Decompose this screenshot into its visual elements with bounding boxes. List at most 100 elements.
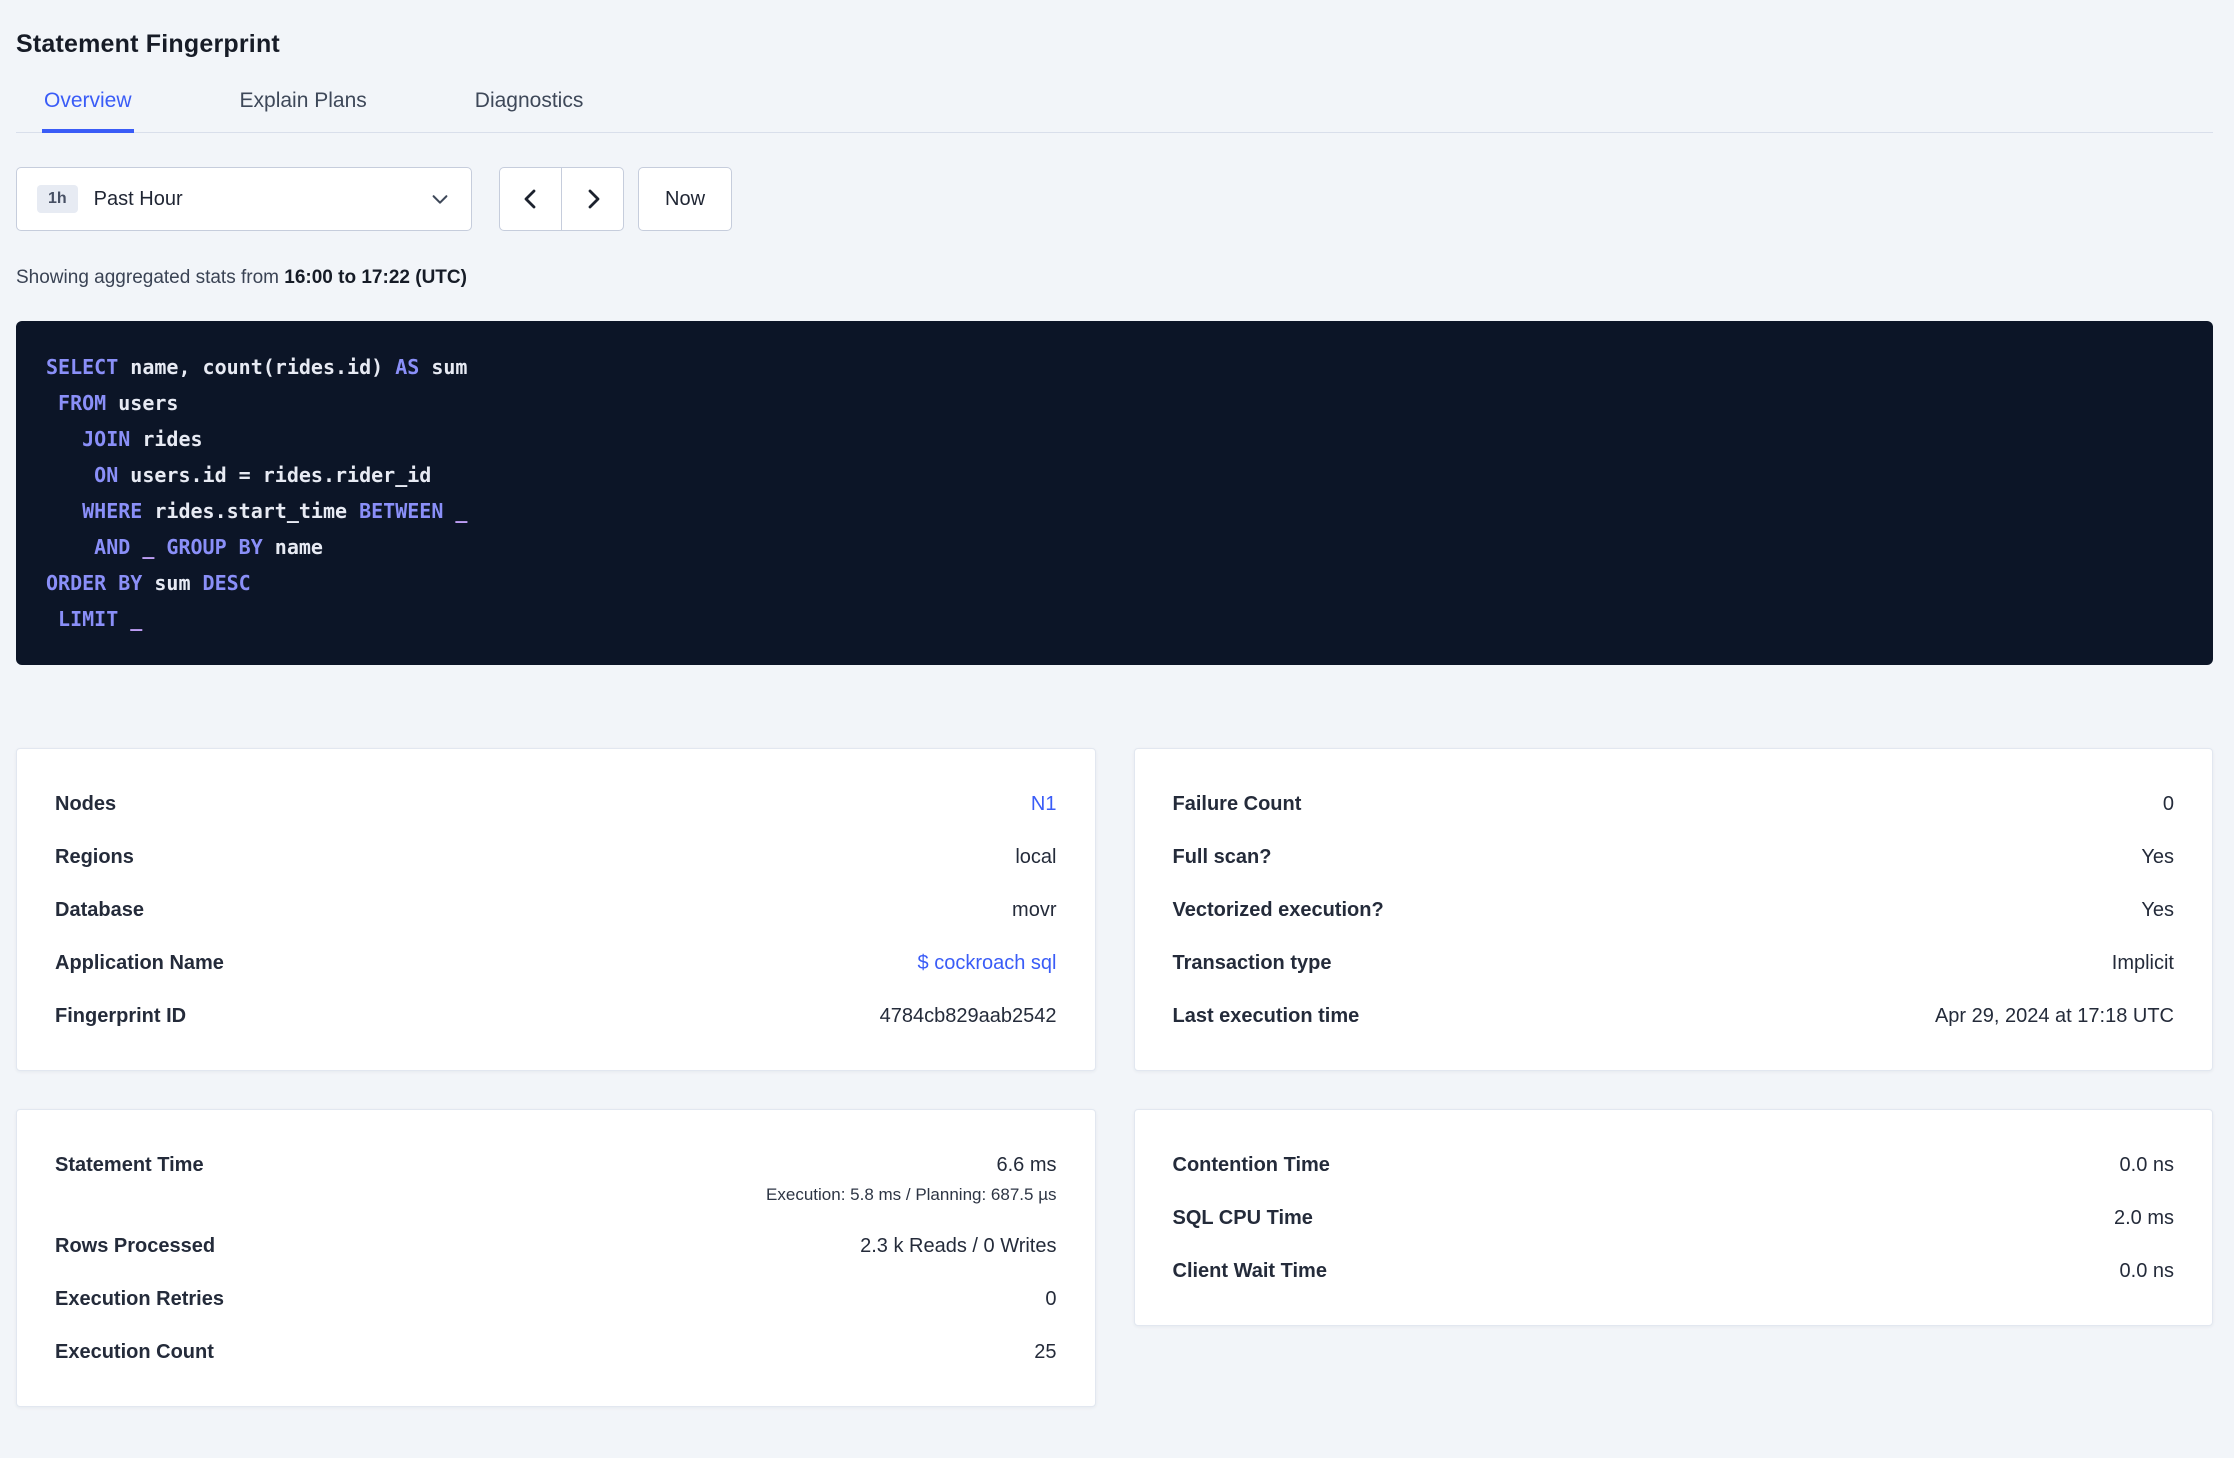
sql-keyword: AS: [395, 355, 420, 379]
stat-row: Full scan? Yes: [1173, 846, 2175, 869]
sql-keyword: LIMIT: [58, 607, 119, 631]
stat-value-group: Apr 29, 2024 at 17:18 UTC: [1935, 1005, 2174, 1028]
stat-label: Database: [55, 899, 144, 921]
stat-label: Failure Count: [1172, 793, 1302, 815]
stat-value-group: 6.6 ms Execution: 5.8 ms / Planning: 687.…: [766, 1154, 1056, 1205]
stat-value: Apr 29, 2024 at 17:18 UTC: [1934, 1005, 2174, 1027]
sql-keyword: AND: [94, 535, 131, 559]
sql-line: LIMIT _: [46, 601, 2183, 637]
sql-text: rides: [130, 427, 203, 451]
tab-bar: Overview Explain Plans Diagnostics: [16, 89, 2213, 133]
stat-value: movr: [1012, 899, 1057, 921]
stat-value-link[interactable]: $ cockroach sql: [918, 952, 1057, 975]
stat-value: 0: [2162, 793, 2174, 815]
stat-label: Rows Processed: [55, 1235, 216, 1257]
stat-value: 2.0 ms: [2113, 1207, 2174, 1229]
page-title: Statement Fingerprint: [16, 30, 280, 58]
next-interval-button[interactable]: [561, 167, 624, 231]
sql-line: FROM users: [46, 385, 2183, 421]
stat-label: Contention Time: [1172, 1154, 1330, 1176]
stat-row: Vectorized execution? Yes: [1173, 899, 2175, 922]
stat-label: Nodes: [55, 793, 117, 815]
stat-value: Implicit: [2111, 952, 2174, 974]
stat-label: Client Wait Time: [1172, 1260, 1327, 1282]
stat-value-group: 0.0 ns: [2120, 1154, 2174, 1177]
sql-statement-box: SELECT name, count(rides.id) AS sum FROM…: [16, 321, 2213, 665]
sql-line: WHERE rides.start_time BETWEEN _: [46, 493, 2183, 529]
stat-value-group: Yes: [2141, 846, 2174, 869]
stat-value: 0.0 ns: [2119, 1260, 2174, 1282]
sql-placeholder: _: [443, 499, 468, 523]
now-button[interactable]: Now: [638, 167, 733, 231]
stat-label: Execution Retries: [55, 1288, 224, 1310]
stat-row: Rows Processed 2.3 k Reads / 0 Writes: [55, 1235, 1057, 1258]
stat-value-group: 0: [2163, 793, 2174, 816]
stat-value-group: 0: [1045, 1288, 1056, 1311]
stat-row: Client Wait Time 0.0 ns: [1173, 1260, 2175, 1283]
chevron-down-icon: [429, 188, 451, 210]
overview-card-right: Failure Count 0 Full scan? Yes Vectorized ex…: [1133, 748, 2213, 1071]
timing-card-right: Contention Time 0.0 ns SQL CPU Time 2.0 ms C…: [1133, 1109, 2213, 1326]
sql-keyword: GROUP BY: [166, 535, 263, 559]
chevron-right-icon: [581, 187, 605, 211]
sql-keyword: ON: [94, 463, 119, 487]
overview-card-left: Nodes N1 Regions local Database movr Applicati…: [16, 748, 1096, 1071]
stat-value: local: [1015, 846, 1057, 868]
stat-value: 6.6 ms: [996, 1154, 1057, 1176]
sql-keyword: WHERE: [82, 499, 143, 523]
stat-subvalue: Execution: 5.8 ms / Planning: 687.5 µs: [766, 1185, 1057, 1204]
sql-keyword: ORDER BY: [46, 571, 143, 595]
time-interval-badge: 1h: [37, 185, 78, 213]
sql-placeholder: _: [118, 607, 143, 631]
sql-placeholder: _: [130, 535, 167, 559]
interval-step-group: [499, 167, 624, 231]
stat-row: Database movr: [55, 899, 1057, 922]
sql-line: ON users.id = rides.rider_id: [46, 457, 2183, 493]
sql-keyword: FROM: [58, 391, 107, 415]
sql-text: users.id = rides.rider_id: [118, 463, 432, 487]
stat-label: Last execution time: [1172, 1005, 1360, 1027]
stat-value-group: Yes: [2141, 899, 2174, 922]
prev-interval-button[interactable]: [499, 167, 562, 231]
stat-value-group: movr: [1012, 899, 1056, 922]
stat-value-group: 4784cb829aab2542: [880, 1005, 1057, 1028]
tab-diagnostics[interactable]: Diagnostics: [473, 89, 586, 133]
sql-keyword: DESC: [202, 571, 251, 595]
stat-value-link[interactable]: N1: [1031, 793, 1057, 816]
stat-label: Full scan?: [1172, 846, 1272, 868]
stat-row: Execution Retries 0: [55, 1288, 1057, 1311]
aggregated-stats-line: Showing aggregated stats from 16:00 to 1…: [16, 267, 2213, 289]
stat-label: Transaction type: [1172, 952, 1332, 974]
sql-line: AND _ GROUP BY name: [46, 529, 2183, 565]
time-interval-label: Past Hour: [93, 187, 183, 210]
sql-line: ORDER BY sum DESC: [46, 565, 2183, 601]
stat-value-group: 2.0 ms: [2114, 1207, 2174, 1230]
stat-row: Failure Count 0: [1173, 793, 2175, 816]
stats-cards-grid: Nodes N1 Regions local Database movr Applicati…: [16, 748, 2213, 1407]
statement-fingerprint-page: Statement Fingerprint Overview Explain Pl…: [0, 0, 2234, 1407]
stat-value-group: 2.3 k Reads / 0 Writes: [860, 1235, 1056, 1258]
stat-row: Nodes N1: [55, 793, 1057, 816]
sql-keyword: BETWEEN: [359, 499, 444, 523]
sql-text: name: [262, 535, 323, 559]
stat-row: Application Name $ cockroach sql: [55, 952, 1057, 975]
stat-value: 0.0 ns: [2119, 1154, 2174, 1176]
stat-row: SQL CPU Time 2.0 ms: [1173, 1207, 2175, 1230]
stat-row: Execution Count 25: [55, 1341, 1057, 1364]
tab-explain-plans[interactable]: Explain Plans: [238, 89, 369, 133]
time-interval-picker[interactable]: 1h Past Hour: [16, 167, 472, 231]
stat-row: Last execution time Apr 29, 2024 at 17:18…: [1173, 1005, 2175, 1028]
stat-value-group: $ cockroach sql: [918, 952, 1057, 975]
tab-overview[interactable]: Overview: [42, 89, 134, 133]
stat-value: 0: [1045, 1288, 1057, 1310]
stat-row: Fingerprint ID 4784cb829aab2542: [55, 1005, 1057, 1028]
sql-text: rides.start_time: [142, 499, 360, 523]
stat-row: Statement Time 6.6 ms Execution: 5.8 ms / …: [55, 1154, 1057, 1205]
sql-keyword: JOIN: [82, 427, 131, 451]
time-controls: 1h Past Hour Now: [16, 167, 2213, 231]
